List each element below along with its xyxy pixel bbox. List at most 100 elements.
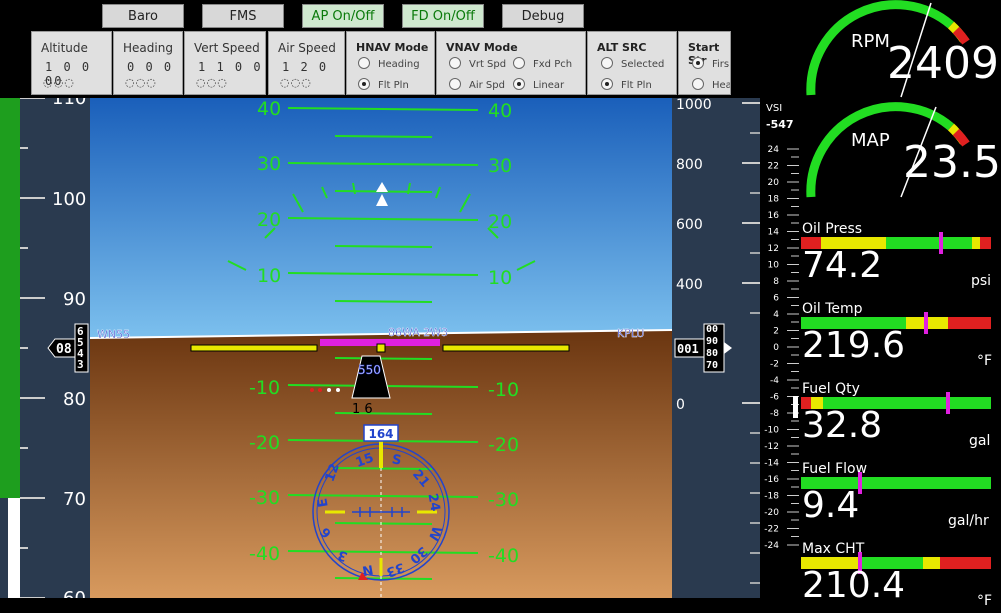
start-first-radio[interactable]: Firs xyxy=(692,57,729,70)
speed-tick-label: 100 xyxy=(52,189,86,210)
roll-digit: 00 xyxy=(706,324,718,335)
vsi-tick-label: -16 xyxy=(764,475,779,485)
vert-speed-digits[interactable]: 1 1 0 0 xyxy=(198,60,263,74)
radio-label: Linear xyxy=(533,80,565,91)
air-speed-selector[interactable]: Air Speed 1 2 0 ◌◌◌ xyxy=(268,31,345,95)
vsi: VSI -547 242220181614121086420-2-4-6-8-1… xyxy=(764,103,799,551)
waypoint-center: 86WA 2W3 xyxy=(388,326,448,339)
radio-icon xyxy=(692,78,704,90)
hnav-mode-group: HNAV Mode Heading Flt Pln xyxy=(346,31,435,95)
compass-label: 24 xyxy=(424,492,442,512)
air-speed-title: Air Speed xyxy=(278,41,336,55)
vsi-tick-label: 10 xyxy=(768,261,780,271)
alt-tick-label: 1000 xyxy=(676,98,712,113)
alt-src-selected-radio[interactable]: Selected xyxy=(601,57,664,70)
altitude-readout-value: 001 xyxy=(677,342,699,356)
fms-button[interactable]: FMS xyxy=(202,4,284,28)
alt-tick-label: 0 xyxy=(676,397,685,413)
rpm-label: RPM xyxy=(851,31,890,52)
hnav-heading-radio[interactable]: Heading xyxy=(358,57,420,70)
radio-icon xyxy=(601,78,613,90)
vsi-label: VSI xyxy=(766,103,782,114)
radio-label: Vrt Spd xyxy=(469,59,507,70)
vnav-vrtspd-radio[interactable]: Vrt Spd xyxy=(449,57,506,70)
radio-label: Flt Pln xyxy=(378,80,409,91)
airspeed-green-arc xyxy=(0,98,20,498)
heading-knobs[interactable]: ◌◌◌ xyxy=(125,76,157,89)
radio-icon xyxy=(513,57,525,69)
vsi-tick-label: -24 xyxy=(764,541,779,551)
vsi-value: -547 xyxy=(766,118,794,131)
baro-button[interactable]: Baro xyxy=(102,4,184,28)
oil-temp-unit: °F xyxy=(977,353,993,369)
vsi-tick-label: 18 xyxy=(768,195,780,205)
pitch-label: 10 xyxy=(257,265,281,287)
vnav-airspd-radio[interactable]: Air Spd xyxy=(449,78,505,91)
oil-press-value: 74.2 xyxy=(802,245,883,286)
ap-toggle-button[interactable]: AP On/Off xyxy=(302,4,384,28)
pitch-label: 10 xyxy=(488,267,512,289)
radio-label: Firs xyxy=(712,59,730,70)
alt-tick-label: 600 xyxy=(676,217,703,233)
rpm-value: 2409 xyxy=(887,38,999,89)
speed-tick-label: 80 xyxy=(63,389,86,410)
fd-toggle-button[interactable]: FD On/Off xyxy=(402,4,484,28)
vsi-tick-label: -22 xyxy=(764,525,779,535)
vnav-mode-group: VNAV Mode Vrt Spd Fxd Pch Air Spd Linear xyxy=(436,31,586,95)
map-value: 23.5 xyxy=(903,137,1001,188)
pitch-label: -10 xyxy=(488,379,519,401)
radio-label: Flt Pln xyxy=(621,80,652,91)
altitude-selector[interactable]: Altitude 1 0 0 00 ◌◌◌ xyxy=(31,31,112,95)
air-speed-knobs[interactable]: ◌◌◌ xyxy=(280,76,312,89)
pitch-label: 30 xyxy=(257,153,281,175)
oil-temp-value: 219.6 xyxy=(802,325,906,366)
pitch-label: -20 xyxy=(249,432,280,454)
radio-label: Hea xyxy=(712,80,731,91)
alt-src-group: ALT SRC Selected Flt Pln xyxy=(587,31,677,95)
altitude-knobs[interactable]: ◌◌◌ xyxy=(43,76,75,89)
debug-button[interactable]: Debug xyxy=(502,4,584,28)
vsi-tick-label: 20 xyxy=(768,178,780,188)
vsi-tick-label: 4 xyxy=(773,310,779,320)
vert-speed-selector[interactable]: Vert Speed 1 1 0 0 ◌◌◌ xyxy=(184,31,266,95)
speed-tick-label: 110 xyxy=(52,98,86,109)
vsi-tick-label: 14 xyxy=(768,228,780,238)
fuel-flow-unit: gal/hr xyxy=(948,513,989,529)
alt-tick-label: 400 xyxy=(676,277,703,293)
speed-tick-label: 90 xyxy=(63,289,86,310)
max-cht-unit: °F xyxy=(977,593,993,609)
hnav-fltpln-radio[interactable]: Flt Pln xyxy=(358,78,409,91)
pitch-label: 20 xyxy=(257,209,281,231)
fuel-qty-label: Fuel Qty xyxy=(802,381,860,397)
pitch-label: -20 xyxy=(488,434,519,456)
vnav-fxdpch-radio[interactable]: Fxd Pch xyxy=(513,57,572,70)
vsi-tick-label: 16 xyxy=(768,211,780,221)
radio-icon xyxy=(358,78,370,90)
vert-speed-knobs[interactable]: ◌◌◌ xyxy=(196,76,228,89)
roll-digit: 80 xyxy=(706,348,718,359)
air-speed-digits[interactable]: 1 2 0 xyxy=(282,60,328,74)
vsi-tick-label: -20 xyxy=(764,508,779,518)
oil-temp-pointer xyxy=(924,312,928,334)
fuel-qty-pointer xyxy=(946,392,950,414)
alt-src-fltpln-radio[interactable]: Flt Pln xyxy=(601,78,652,91)
heading-readout: 164 xyxy=(368,427,393,441)
roll-digit: 3 xyxy=(77,358,84,371)
pitch-label: -40 xyxy=(249,543,280,565)
alt-text: 1 6 xyxy=(352,402,373,417)
aircraft-wing-right xyxy=(442,344,570,352)
radio-label: Fxd Pch xyxy=(533,59,573,70)
vsi-tick-label: -8 xyxy=(770,409,779,419)
pitch-label: -40 xyxy=(488,545,519,567)
vnav-linear-radio[interactable]: Linear xyxy=(513,78,564,91)
waypoint-right: KPLU xyxy=(617,327,644,340)
oil-press-pointer xyxy=(939,232,943,254)
vsi-tick-label: 12 xyxy=(768,244,779,254)
start-heading-radio[interactable]: Hea xyxy=(692,78,731,91)
vsi-tick-label: -18 xyxy=(764,492,779,502)
start-str-group: Start Str Firs Hea xyxy=(678,31,731,95)
heading-digits[interactable]: 0 0 0 xyxy=(127,60,173,74)
roll-digit: 70 xyxy=(706,360,718,371)
heading-title: Heading xyxy=(123,41,173,55)
heading-selector[interactable]: Heading 0 0 0 ◌◌◌ xyxy=(113,31,183,95)
